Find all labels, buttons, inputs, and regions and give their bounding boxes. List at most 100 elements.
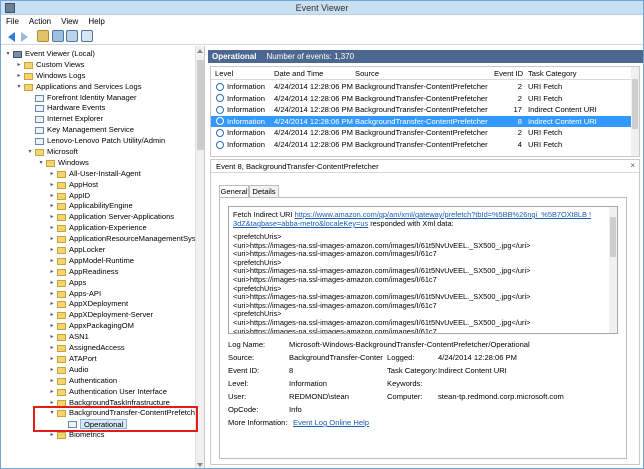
tree-item[interactable]: ▸ AppLocker xyxy=(1,245,195,256)
help-icon[interactable] xyxy=(66,30,78,42)
expand-arrow-icon[interactable]: ▸ xyxy=(48,278,56,289)
expand-arrow-icon[interactable]: ▸ xyxy=(48,343,56,354)
table-row[interactable]: Information 4/24/2014 12:28:06 PM Backgrou… xyxy=(211,104,633,115)
tree-item[interactable]: ▸ Apps-API xyxy=(1,289,195,300)
tab-details[interactable]: Details xyxy=(249,185,279,197)
collapse-arrow-icon[interactable]: ▾ xyxy=(4,49,12,60)
tree-item[interactable]: Forefront Identity Manager xyxy=(1,93,195,104)
tree-item[interactable]: ▸ AppXDeployment xyxy=(1,299,195,310)
tree-item[interactable]: ▸ AppModel-Runtime xyxy=(1,256,195,267)
tree-item[interactable]: ▸ Authentication xyxy=(1,376,195,387)
back-arrow-icon xyxy=(8,32,15,42)
up-folder-icon[interactable] xyxy=(37,30,49,42)
table-row[interactable]: Information 4/24/2014 12:28:06 PM Backgrou… xyxy=(211,81,633,92)
expand-arrow-icon[interactable]: ▸ xyxy=(48,223,56,234)
expand-arrow-icon[interactable]: ▸ xyxy=(48,365,56,376)
tree-item[interactable]: ▾ Event Viewer (Local) xyxy=(1,49,195,60)
collapse-arrow-icon[interactable]: ▾ xyxy=(37,158,45,169)
table-row[interactable]: Information 4/24/2014 12:28:06 PM Backgrou… xyxy=(211,93,633,104)
table-row[interactable]: Information 4/24/2014 12:28:06 PM Backgrou… xyxy=(211,115,633,127)
col-source[interactable]: Source xyxy=(355,68,379,79)
event-viewer-window: Event Viewer File Action View Help ▾ Event V… xyxy=(0,0,644,469)
tree-item[interactable]: ▸ AppHost xyxy=(1,180,195,191)
tree-item[interactable]: ▸ Apps xyxy=(1,278,195,289)
table-row[interactable]: Information 4/24/2014 12:28:06 PM Backgrou… xyxy=(211,127,633,138)
expand-arrow-icon[interactable]: ▸ xyxy=(48,212,56,223)
expand-arrow-icon[interactable]: ▸ xyxy=(15,60,23,71)
expand-arrow-icon[interactable]: ▸ xyxy=(48,376,56,387)
tree-item[interactable]: ▸ AppID xyxy=(1,191,195,202)
table-row[interactable]: Information 4/24/2014 12:28:06 PM Backgrou… xyxy=(211,139,633,150)
tree-item[interactable]: ▸ Custom Views xyxy=(1,60,195,71)
expand-arrow-icon[interactable]: ▸ xyxy=(48,299,56,310)
col-task[interactable]: Task Category xyxy=(528,68,577,79)
collapse-arrow-icon[interactable]: ▾ xyxy=(15,82,23,93)
tree-item[interactable]: ▸ All-User-Install-Agent xyxy=(1,169,195,180)
tree-item[interactable]: ▸ ATAPort xyxy=(1,354,195,365)
scroll-thumb[interactable] xyxy=(197,60,204,150)
back-button[interactable] xyxy=(5,30,17,42)
keywords-label: Keywords: xyxy=(387,379,423,388)
expand-arrow-icon[interactable]: ▸ xyxy=(48,321,56,332)
expand-arrow-icon[interactable]: ▸ xyxy=(48,267,56,278)
tree-item[interactable]: ▾ Microsoft xyxy=(1,147,195,158)
menu-action[interactable]: Action xyxy=(24,15,56,28)
tree-item[interactable]: Internet Explorer xyxy=(1,114,195,125)
log-name-value: Microsoft-Windows-BackgroundTransfer-Con… xyxy=(289,340,530,349)
tree-item[interactable]: ▸ AssignedAccess xyxy=(1,343,195,354)
message-link[interactable]: https://www.amazon.com/gp/am/xml/gateway… xyxy=(295,210,591,219)
scroll-down-icon[interactable] xyxy=(197,463,203,467)
col-event-id[interactable]: Event ID xyxy=(494,68,523,79)
forward-button[interactable] xyxy=(19,30,31,42)
expand-arrow-icon[interactable]: ▸ xyxy=(48,256,56,267)
expand-arrow-icon[interactable]: ▸ xyxy=(48,387,56,398)
col-date[interactable]: Date and Time xyxy=(274,68,323,79)
main-pane: Operational Number of events: 1,370 Level… xyxy=(208,46,643,468)
grid-scrollbar[interactable] xyxy=(631,67,639,156)
tree-item[interactable]: ▸ AppxPackagingOM xyxy=(1,321,195,332)
expand-arrow-icon[interactable]: ▸ xyxy=(15,71,23,82)
event-message-box[interactable]: Fetch Indirect URI https://www.amazon.co… xyxy=(228,206,618,334)
expand-arrow-icon[interactable]: ▸ xyxy=(48,180,56,191)
expand-arrow-icon[interactable]: ▸ xyxy=(48,191,56,202)
tree-item[interactable]: ▸ ASN1 xyxy=(1,332,195,343)
expand-arrow-icon[interactable]: ▸ xyxy=(48,289,56,300)
tree-item[interactable]: ▾ Windows xyxy=(1,158,195,169)
expand-arrow-icon[interactable]: ▸ xyxy=(48,169,56,180)
expand-arrow-icon[interactable]: ▸ xyxy=(48,234,56,245)
cell-id: 2 xyxy=(517,128,522,138)
expand-arrow-icon[interactable]: ▸ xyxy=(48,201,56,212)
collapse-arrow-icon[interactable]: ▾ xyxy=(26,147,34,158)
menu-help[interactable]: Help xyxy=(83,15,109,28)
expand-arrow-icon[interactable]: ▸ xyxy=(48,354,56,365)
menu-file[interactable]: File xyxy=(1,15,24,28)
tree-item[interactable]: Lenovo-Lenovo Patch Utility/Admin xyxy=(1,136,195,147)
message-scrollbar[interactable] xyxy=(609,207,617,333)
expand-arrow-icon[interactable]: ▸ xyxy=(48,245,56,256)
tree-item[interactable]: ▸ Application Server-Applications xyxy=(1,212,195,223)
tree-item[interactable]: ▸ Authentication User Interface xyxy=(1,387,195,398)
tree-item[interactable]: Key Management Service xyxy=(1,125,195,136)
information-icon xyxy=(216,140,224,149)
tree-item[interactable]: ▸ Windows Logs xyxy=(1,71,195,82)
tree-item[interactable]: ▸ ApplicationResourceManagementSystem xyxy=(1,234,204,245)
tree-item[interactable]: ▸ AppXDeployment-Server xyxy=(1,310,195,321)
message-link-cont[interactable]: 3dZ&tagbase=abba-metro&localeKey=us xyxy=(233,219,368,228)
grid-scroll-thumb[interactable] xyxy=(632,79,638,129)
close-icon[interactable]: × xyxy=(630,161,635,170)
message-scroll-thumb[interactable] xyxy=(610,217,616,257)
tree-item[interactable]: ▸ Application-Experience xyxy=(1,223,195,234)
show-hide-action-pane-icon[interactable] xyxy=(81,30,93,42)
tree-item[interactable]: ▸ Audio xyxy=(1,365,195,376)
tree-item[interactable]: ▸ AppReadiness xyxy=(1,267,195,278)
expand-arrow-icon[interactable]: ▸ xyxy=(48,310,56,321)
scroll-up-icon[interactable] xyxy=(197,49,203,53)
menu-view[interactable]: View xyxy=(56,15,83,28)
tree-item[interactable]: ▸ ApplicabilityEngine xyxy=(1,201,195,212)
col-level[interactable]: Level xyxy=(215,68,233,79)
tree-item[interactable]: Hardware Events xyxy=(1,103,195,114)
expand-arrow-icon[interactable]: ▸ xyxy=(48,332,56,343)
online-help-link[interactable]: Event Log Online Help xyxy=(293,418,369,428)
tree-item[interactable]: ▾ Applications and Services Logs xyxy=(1,82,195,93)
show-hide-tree-icon[interactable] xyxy=(52,30,64,42)
